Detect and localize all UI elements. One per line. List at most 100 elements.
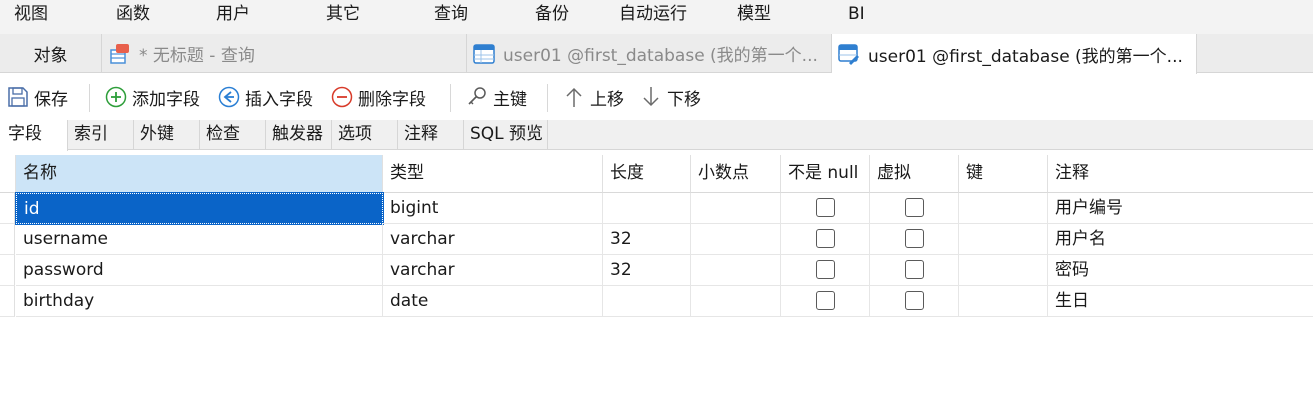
menu-bi[interactable]: BI	[848, 2, 865, 26]
tab-sql-preview[interactable]: SQL 预览	[464, 120, 548, 150]
tab-checks[interactable]: 检查	[200, 120, 266, 150]
menu-others[interactable]: 其它	[326, 2, 360, 26]
key-icon	[468, 87, 486, 105]
tab-objects[interactable]: 对象	[0, 34, 102, 73]
save-label: 保存	[34, 89, 68, 110]
field-not-null-cell[interactable]	[781, 255, 870, 286]
field-name-cell[interactable]: birthday	[16, 286, 383, 317]
field-virtual-cell[interactable]	[870, 193, 959, 224]
tab-triggers[interactable]: 触发器	[266, 120, 332, 150]
field-type-cell[interactable]: varchar	[383, 255, 603, 286]
query-icon	[110, 43, 129, 64]
tab-options[interactable]: 选项	[332, 120, 398, 150]
field-not-null-cell[interactable]	[781, 193, 870, 224]
insert-field-button[interactable]: 插入字段	[218, 84, 313, 110]
save-icon	[8, 87, 28, 107]
field-length-cell[interactable]	[603, 286, 691, 317]
row-marker[interactable]	[0, 255, 15, 286]
table-icon	[473, 43, 495, 64]
move-up-button[interactable]: 上移	[563, 84, 624, 110]
virtual-checkbox[interactable]	[904, 260, 924, 279]
field-comment-cell-text: 生日	[1055, 291, 1089, 311]
menu-model[interactable]: 模型	[737, 2, 771, 26]
column-header-comment[interactable]: 注释	[1048, 155, 1313, 193]
field-comment-cell[interactable]: 密码	[1048, 255, 1313, 286]
delete-field-button[interactable]: 删除字段	[331, 84, 426, 110]
row-marker[interactable]	[0, 224, 15, 255]
not-null-checkbox[interactable]	[815, 260, 835, 279]
field-comment-cell[interactable]: 用户名	[1048, 224, 1313, 255]
field-key-cell[interactable]	[959, 286, 1048, 317]
field-comment-cell[interactable]: 生日	[1048, 286, 1313, 317]
tab-untitled-query[interactable]: * 无标题 - 查询	[102, 34, 467, 73]
tab-user01-design-label: user01 @first_database (我的第一个...	[868, 46, 1183, 67]
add-field-button[interactable]: 添加字段	[105, 84, 200, 110]
save-button[interactable]: 保存	[7, 84, 68, 110]
field-key-cell[interactable]	[959, 224, 1048, 255]
tab-objects-label: 对象	[33, 46, 68, 66]
tab-comment[interactable]: 注释	[398, 120, 464, 150]
insert-arrow-icon	[218, 86, 240, 108]
menu-backup[interactable]: 备份	[535, 2, 569, 26]
field-name-cell[interactable]: id	[15, 192, 384, 225]
not-null-checkbox[interactable]	[815, 229, 835, 248]
field-decimals-cell[interactable]	[691, 255, 781, 286]
move-up-label: 上移	[590, 89, 624, 110]
delete-field-label: 删除字段	[358, 89, 426, 110]
virtual-checkbox[interactable]	[904, 198, 924, 217]
field-virtual-cell[interactable]	[870, 286, 959, 317]
column-header-virtual[interactable]: 虚拟	[870, 155, 959, 193]
primary-key-button[interactable]: 主键	[466, 84, 527, 110]
remove-circle-icon	[331, 86, 353, 108]
field-type-cell[interactable]: date	[383, 286, 603, 317]
field-name-cell-text: username	[23, 229, 108, 249]
tab-foreign-keys[interactable]: 外键	[134, 120, 200, 150]
tab-indexes[interactable]: 索引	[68, 120, 134, 150]
tab-untitled-query-label: * 无标题 - 查询	[139, 46, 255, 66]
column-header-not-null[interactable]: 不是 null	[781, 155, 870, 193]
not-null-checkbox[interactable]	[815, 198, 835, 217]
menu-automation[interactable]: 自动运行	[619, 2, 687, 26]
field-length-cell[interactable]	[603, 193, 691, 224]
field-virtual-cell[interactable]	[870, 255, 959, 286]
field-comment-cell[interactable]: 用户编号	[1048, 193, 1313, 224]
row-marker[interactable]	[0, 286, 15, 317]
arrow-up-icon	[566, 87, 582, 107]
field-decimals-cell[interactable]	[691, 286, 781, 317]
field-not-null-cell[interactable]	[781, 224, 870, 255]
menu-query[interactable]: 查询	[434, 2, 468, 26]
field-name-cell[interactable]: username	[16, 224, 383, 255]
field-key-cell[interactable]	[959, 255, 1048, 286]
field-name-cell[interactable]: password	[16, 255, 383, 286]
toolbar-divider	[89, 84, 90, 112]
field-length-cell[interactable]: 32	[603, 224, 691, 255]
tab-user01-data[interactable]: user01 @first_database (我的第一个...	[467, 34, 832, 73]
field-type-cell[interactable]: bigint	[383, 193, 603, 224]
not-null-checkbox[interactable]	[815, 291, 835, 310]
column-header-type[interactable]: 类型	[383, 155, 603, 193]
row-marker[interactable]	[0, 193, 15, 224]
tab-user01-design[interactable]: user01 @first_database (我的第一个...	[832, 34, 1197, 74]
field-comment-cell-text: 密码	[1055, 260, 1089, 280]
menu-functions[interactable]: 函数	[116, 2, 150, 26]
column-header-name[interactable]: 名称	[16, 155, 383, 193]
field-virtual-cell[interactable]	[870, 224, 959, 255]
virtual-checkbox[interactable]	[904, 229, 924, 248]
move-down-button[interactable]: 下移	[640, 84, 701, 110]
field-comment-cell-text: 用户名	[1055, 229, 1106, 249]
column-header-length[interactable]: 长度	[603, 155, 691, 193]
field-not-null-cell[interactable]	[781, 286, 870, 317]
tab-fields[interactable]: 字段	[0, 120, 68, 151]
field-decimals-cell[interactable]	[691, 193, 781, 224]
field-type-cell[interactable]: varchar	[383, 224, 603, 255]
field-comment-cell-text: 用户编号	[1055, 198, 1123, 218]
field-key-cell[interactable]	[959, 193, 1048, 224]
menu-users[interactable]: 用户	[216, 2, 250, 26]
column-header-key[interactable]: 键	[959, 155, 1048, 193]
menu-view[interactable]: 视图	[14, 2, 48, 26]
field-length-cell[interactable]: 32	[603, 255, 691, 286]
tab-user01-data-label: user01 @first_database (我的第一个...	[503, 46, 818, 66]
virtual-checkbox[interactable]	[904, 291, 924, 310]
field-decimals-cell[interactable]	[691, 224, 781, 255]
column-header-decimals[interactable]: 小数点	[691, 155, 781, 193]
